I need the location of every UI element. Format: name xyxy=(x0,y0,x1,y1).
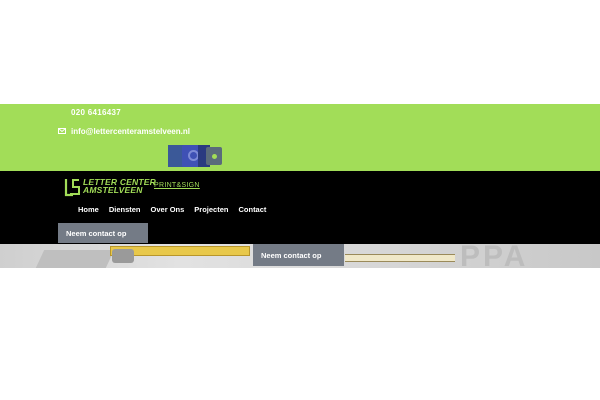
nav-home[interactable]: Home xyxy=(78,205,99,214)
hero-tape-case xyxy=(112,249,134,263)
main-nav: Home Diensten Over Ons Projecten Contact xyxy=(78,205,266,214)
hero-ruler xyxy=(345,254,455,262)
hero-shape xyxy=(35,250,115,268)
whatsapp-dot xyxy=(212,154,217,159)
hero-contact-button[interactable]: Neem contact op xyxy=(253,244,344,266)
hero-background-letters: PPA xyxy=(460,244,529,268)
nav-over-ons[interactable]: Over Ons xyxy=(151,205,185,214)
phone-number[interactable]: 020 6416437 xyxy=(71,108,121,117)
logo-mark-icon xyxy=(64,179,80,197)
social-links xyxy=(168,145,222,167)
envelope-icon xyxy=(58,128,66,134)
nav-contact[interactable]: Contact xyxy=(238,205,266,214)
header-contact-button[interactable]: Neem contact op xyxy=(58,223,148,243)
nav-projecten[interactable]: Projecten xyxy=(194,205,228,214)
site-logo[interactable]: LETTER CENTER AMSTELVEEN xyxy=(64,177,156,197)
email-address[interactable]: info@lettercenteramstelveen.nl xyxy=(71,127,190,136)
logo-tagline: PRINT&SIGN xyxy=(154,182,200,189)
email-contact[interactable]: info@lettercenteramstelveen.nl xyxy=(58,126,190,136)
logo-text-line2: AMSTELVEEN xyxy=(83,185,143,195)
nav-diensten[interactable]: Diensten xyxy=(109,205,141,214)
